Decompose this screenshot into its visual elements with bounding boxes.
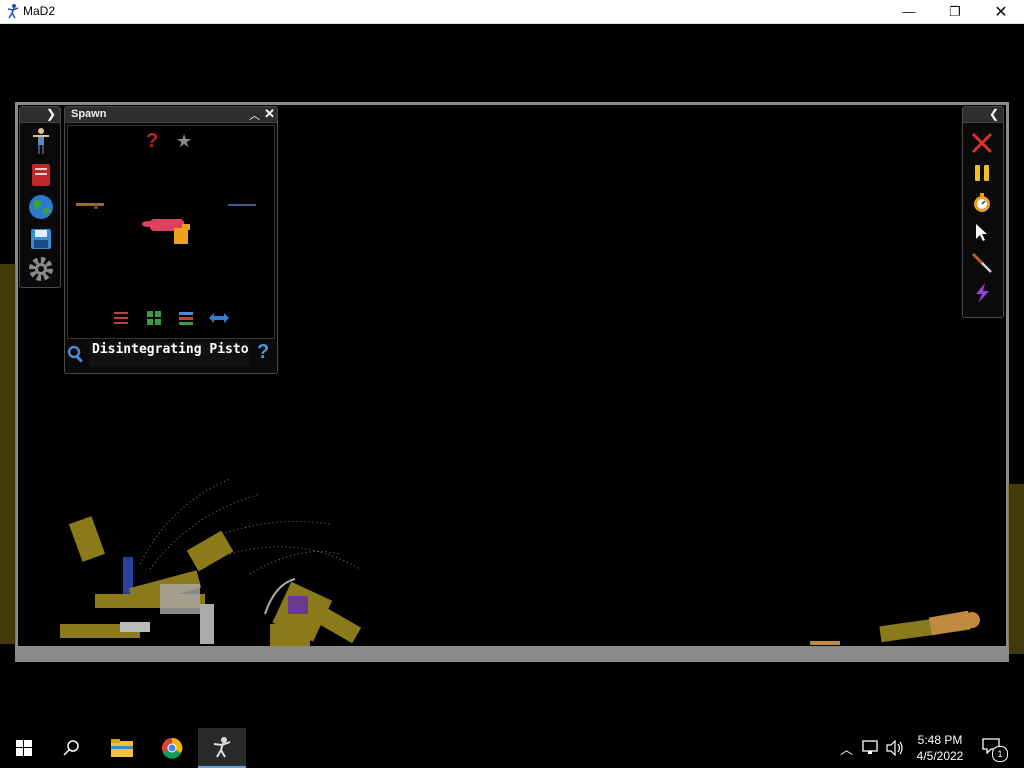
volume-icon[interactable] [886, 740, 904, 756]
sort-icon[interactable] [112, 310, 130, 326]
close-panel-icon[interactable]: ✕ [264, 106, 275, 122]
slow-motion-button[interactable] [970, 191, 994, 215]
favorite-icon[interactable]: ★ [176, 131, 192, 152]
spawn-character-icon [33, 128, 49, 154]
close-button[interactable]: ✕ [978, 0, 1024, 23]
knife-button[interactable] [970, 251, 994, 275]
settings-button[interactable] [27, 255, 55, 283]
action-center-button[interactable]: 1 [982, 738, 1008, 762]
delete-icon [971, 132, 993, 154]
file-explorer-button[interactable] [98, 728, 146, 768]
expand-arrow-icon[interactable]: ❯ [46, 107, 56, 121]
pause-icon [975, 165, 989, 181]
list-icon[interactable] [178, 310, 194, 326]
spawn-character-button[interactable] [27, 127, 55, 155]
left-toolbar: ❯ [19, 106, 61, 288]
cursor-button[interactable] [970, 221, 994, 245]
file-explorer-icon [111, 739, 133, 757]
search-input[interactable]: Disintegrating Pisto [89, 342, 249, 366]
world-button[interactable] [27, 193, 55, 221]
right-toolbar: ❮ [962, 106, 1004, 318]
search-icon [67, 345, 83, 363]
search-row: Disintegrating Pisto ? [67, 341, 277, 369]
chrome-icon [162, 737, 183, 759]
knife-icon [971, 252, 992, 273]
book-icon [32, 164, 50, 186]
ragdoll-middle [264, 578, 362, 646]
network-icon[interactable] [862, 740, 880, 756]
ragdoll-left [60, 516, 234, 644]
lightning-icon [976, 283, 989, 303]
floor [15, 646, 1009, 662]
contraptions-button[interactable] [27, 161, 55, 189]
save-icon [31, 229, 51, 249]
windows-start-icon [16, 740, 32, 756]
random-icon[interactable]: ? [146, 130, 158, 153]
swap-icon[interactable] [208, 312, 230, 324]
lightning-button[interactable] [970, 281, 994, 305]
game-viewport[interactable]: ❯ Spawn ︿ ✕ ? ★ Disintegrating Pisto ? ❮ [0, 24, 1024, 712]
stickman-icon [7, 4, 19, 19]
clock-time: 5:48 PM [917, 733, 963, 747]
minimize-button[interactable]: — [886, 0, 932, 23]
world-icon [29, 195, 53, 219]
window-title: MaD2 [23, 4, 56, 18]
rifle-icon[interactable] [76, 200, 106, 210]
notification-badge: 1 [992, 746, 1008, 762]
start-button[interactable] [0, 728, 48, 768]
clock-date: 4/5/2022 [916, 749, 964, 763]
help-icon[interactable]: ? [257, 341, 269, 364]
delete-button[interactable] [970, 131, 994, 155]
sniper-rifle-icon[interactable] [228, 202, 258, 208]
pause-button[interactable] [970, 161, 994, 185]
save-button[interactable] [27, 225, 55, 253]
taskbar-search-button[interactable] [48, 728, 96, 768]
collapse-arrow-icon[interactable]: ❮ [989, 107, 999, 121]
spawn-panel: Spawn ︿ ✕ ? ★ Disintegrating Pisto ? [64, 106, 278, 374]
ragdoll-right [810, 610, 980, 645]
restore-button[interactable]: ❐ [932, 0, 978, 23]
clock[interactable]: 5:48 PM 4/5/2022 [908, 732, 972, 764]
slow-motion-icon [974, 193, 990, 212]
show-hidden-icons[interactable]: ︿ [840, 739, 853, 758]
grid-icon[interactable] [146, 310, 162, 326]
collapse-icon[interactable]: ︿ [249, 107, 260, 123]
taskbar: ︿ 5:48 PM 4/5/2022 1 [0, 728, 1024, 768]
spawn-grid: ? ★ [67, 125, 275, 339]
chrome-button[interactable] [148, 728, 196, 768]
spawn-panel-title: Spawn [71, 108, 107, 120]
cursor-icon [976, 224, 987, 241]
disintegrating-pistol-icon[interactable] [140, 216, 200, 246]
mad2-icon [213, 737, 231, 758]
mad2-taskbar-button[interactable] [198, 728, 246, 768]
title-bar: MaD2 — ❐ ✕ [0, 0, 1024, 24]
search-icon [63, 740, 79, 756]
settings-icon [29, 257, 53, 281]
